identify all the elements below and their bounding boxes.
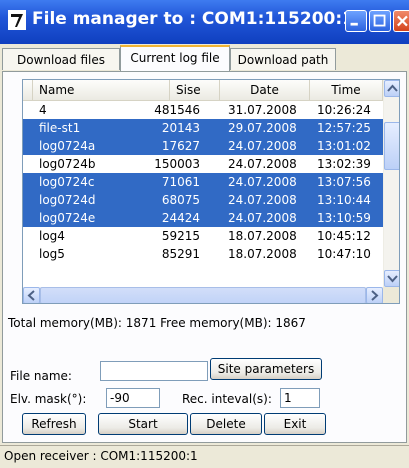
minimize-icon [350,22,358,26]
list-item[interactable]: log0724b 150003 24.07.2008 13:02:39 [23,155,383,173]
status-text: Open receiver : COM1:115200:1 [4,449,198,463]
chevron-right-icon [371,290,379,301]
file-size: 17627 [161,139,200,153]
horizontal-scroll-thumb[interactable] [40,287,366,303]
column-header-time[interactable]: Time [310,80,383,100]
file-time: 10:45:12 [317,229,371,243]
file-size: 68075 [161,193,200,207]
chevron-down-icon [387,275,398,283]
column-header-name[interactable]: Name [33,80,170,100]
file-manager-window: File manager to : COM1:115200:1 Download… [0,0,409,468]
file-time: 13:01:02 [317,139,371,153]
elv-mask-label: Elv. mask(°): [10,392,87,406]
file-date: 24.07.2008 [228,139,297,153]
exit-button[interactable]: Exit [264,413,326,435]
delete-button[interactable]: Delete [190,413,262,435]
file-date: 24.07.2008 [228,211,297,225]
check-logo-icon [8,10,26,30]
file-name: log4 [39,229,65,243]
file-size: 71061 [161,175,200,189]
file-time: 13:02:39 [317,157,371,171]
close-button[interactable] [393,10,409,32]
file-name-label: File name: [10,369,72,383]
file-size: 150003 [154,157,200,171]
maximize-icon [373,14,386,27]
file-size: 24424 [161,211,200,225]
file-time: 13:10:44 [317,193,371,207]
tab-download-path[interactable]: Download path [230,48,336,70]
chevron-left-icon [27,290,35,301]
file-name: log0724a [39,139,96,153]
scroll-up-button[interactable] [384,80,399,97]
list-item[interactable]: log0724c 71061 24.07.2008 13:07:56 [23,173,383,191]
start-button[interactable]: Start [98,413,188,435]
file-time: 13:10:59 [317,211,371,225]
site-parameters-button[interactable]: Site parameters [210,358,322,380]
scroll-left-button[interactable] [23,287,40,303]
rec-interval-field[interactable] [280,388,320,408]
horizontal-scrollbar[interactable] [23,287,383,303]
file-date: 18.07.2008 [228,229,297,243]
list-item[interactable]: log0724e 24424 24.07.2008 13:10:59 [23,209,383,227]
window-title: File manager to : COM1:115200:1 [32,9,354,29]
elv-mask-field[interactable] [106,388,160,408]
list-item[interactable]: log0724d 68075 24.07.2008 13:10:44 [23,191,383,209]
file-date: 24.07.2008 [228,157,297,171]
vertical-scrollbar[interactable] [383,80,399,287]
title-bar[interactable]: File manager to : COM1:115200:1 [0,0,409,44]
file-name: log0724e [39,211,96,225]
column-header-date[interactable]: Date [220,80,310,100]
status-bar: Open receiver : COM1:115200:1 [0,445,409,468]
file-size: 59215 [161,229,200,243]
maximize-button[interactable] [369,10,391,32]
file-name: 4 [39,103,47,117]
file-name: log0724b [39,157,96,171]
scroll-down-button[interactable] [384,270,399,287]
file-date: 29.07.2008 [228,121,297,135]
memory-info: Total memory(MB): 1871 Free memory(MB): … [8,316,306,330]
file-time: 10:26:24 [317,103,371,117]
tab-download-files[interactable]: Download files [2,48,120,70]
header-spacer [23,80,33,100]
close-icon [397,15,408,27]
log-file-list[interactable]: Name Sise Date Time 4 481546 31.07.2008 … [22,79,400,304]
list-item[interactable]: log0724a 17627 24.07.2008 13:01:02 [23,137,383,155]
file-time: 12:57:25 [317,121,371,135]
file-date: 31.07.2008 [228,103,297,117]
file-name: log0724d [39,193,96,207]
list-item[interactable]: log4 59215 18.07.2008 10:45:12 [23,227,383,245]
list-item[interactable]: log5 85291 18.07.2008 10:47:10 [23,245,383,263]
refresh-button[interactable]: Refresh [22,413,86,435]
scrollbar-corner [383,287,399,303]
list-header: Name Sise Date Time [23,80,383,101]
file-name: log5 [39,247,65,261]
list-item[interactable]: file-st1 20143 29.07.2008 12:57:25 [23,119,383,137]
vertical-scroll-thumb[interactable] [384,122,399,170]
minimize-button[interactable] [345,10,367,32]
file-time: 13:07:56 [317,175,371,189]
file-name: log0724c [39,175,95,189]
tab-current-log-file[interactable]: Current log file [120,45,230,71]
file-size: 20143 [161,121,200,135]
rec-interval-label: Rec. inteval(s): [182,392,272,406]
column-header-size[interactable]: Sise [170,80,220,100]
file-time: 10:47:10 [317,247,371,261]
list-item[interactable]: 4 481546 31.07.2008 10:26:24 [23,101,383,119]
list-rows: 4 481546 31.07.2008 10:26:24 file-st1 20… [23,101,383,263]
file-date: 24.07.2008 [228,175,297,189]
chevron-up-icon [387,84,398,92]
file-date: 24.07.2008 [228,193,297,207]
tab-strip: Download files Current log file Download… [0,44,409,74]
file-size: 481546 [154,103,200,117]
scroll-right-button[interactable] [366,287,383,303]
file-date: 18.07.2008 [228,247,297,261]
file-name: file-st1 [39,121,81,135]
file-name-field[interactable] [100,361,208,381]
file-size: 85291 [161,247,200,261]
